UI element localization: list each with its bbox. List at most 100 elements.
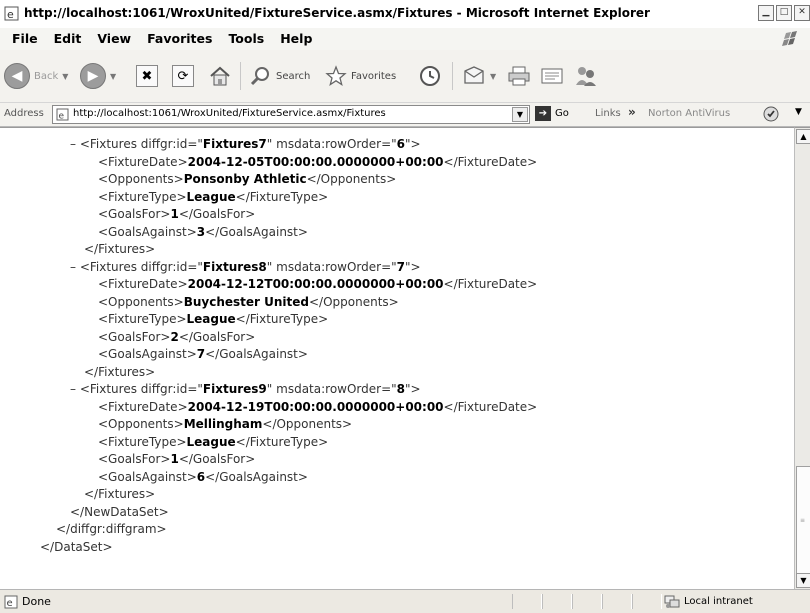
mail-button[interactable]: ▼ xyxy=(462,58,496,94)
stop-icon: ✖ xyxy=(136,65,158,87)
page-icon: e xyxy=(56,108,69,121)
links-chevron[interactable]: » xyxy=(628,105,636,119)
history-button[interactable] xyxy=(418,58,442,94)
vertical-scrollbar[interactable]: ▲ ≡ ▼ xyxy=(794,127,810,590)
collapse-toggle[interactable]: – xyxy=(70,137,76,151)
fixture-type-value: League xyxy=(186,189,236,204)
chevron-down-icon: ▼ xyxy=(110,71,117,81)
menu-help[interactable]: Help xyxy=(272,31,320,47)
dataset-close-tag: </DataSet> xyxy=(40,539,113,554)
print-button[interactable] xyxy=(507,58,531,94)
maximize-button[interactable]: □ xyxy=(776,5,792,21)
minimize-button[interactable]: ▁ xyxy=(758,5,774,21)
svg-text:e: e xyxy=(7,8,14,21)
goals-for-line: <GoalsFor>2</GoalsFor> xyxy=(98,329,256,344)
browser-window: e http://localhost:1061/WroxUnited/Fixtu… xyxy=(0,0,810,613)
status-panel xyxy=(632,594,662,609)
diffgram-close-tag: </diffgr:diffgram> xyxy=(56,522,167,536)
fixture-type-line: <FixtureType>League</FixtureType> xyxy=(98,189,329,204)
fixture-type-line: <FixtureType>League</FixtureType> xyxy=(98,434,329,449)
fixture-id: Fixtures8 xyxy=(202,259,267,274)
standard-toolbar: ◀ Back ▼ ▶ ▼ ✖ ⟳ Search Favorites ▼ xyxy=(0,50,810,103)
forward-arrow-icon: ▶ xyxy=(80,63,106,89)
menu-bar: File Edit View Favorites Tools Help xyxy=(0,28,810,51)
go-label: Go xyxy=(555,108,569,119)
goals-against-line: <GoalsAgainst>6</GoalsAgainst> xyxy=(98,469,308,484)
fixture-date: 2004-12-05T00:00:00.0000000+00:00 xyxy=(187,154,444,169)
menu-file[interactable]: File xyxy=(4,31,46,47)
scroll-down-button[interactable]: ▼ xyxy=(796,573,810,588)
fixture-close-tag: </Fixtures> xyxy=(84,487,156,501)
status-panel xyxy=(572,594,602,609)
chevron-down-icon: ▼ xyxy=(62,71,69,81)
messenger-button[interactable] xyxy=(574,58,598,94)
fixture-open-tag: – <Fixtures diffgr:id="Fixtures8" msdata… xyxy=(70,259,421,274)
status-bar: e Done Local intranet xyxy=(0,589,810,613)
fixture-type-line: <FixtureType>League</FixtureType> xyxy=(98,312,329,326)
stop-button[interactable]: ✖ xyxy=(136,58,158,94)
fixture-date: 2004-12-19T00:00:00.0000000+00:00 xyxy=(187,399,444,414)
goals-for-value: 1 xyxy=(170,207,179,221)
menu-tools[interactable]: Tools xyxy=(220,31,272,47)
refresh-button[interactable]: ⟳ xyxy=(172,58,194,94)
goals-against-value: 3 xyxy=(196,224,206,239)
status-text: Done xyxy=(22,595,51,608)
title-bar: e http://localhost:1061/WroxUnited/Fixtu… xyxy=(0,0,810,29)
chevron-down-icon: ▼ xyxy=(490,71,497,81)
fixture-id: Fixtures7 xyxy=(202,137,267,151)
toolbar-separator xyxy=(240,62,241,90)
address-input[interactable]: e http://localhost:1061/WroxUnited/Fixtu… xyxy=(52,105,530,124)
status-panel xyxy=(512,594,542,609)
search-button[interactable]: Search xyxy=(250,58,310,94)
mail-icon xyxy=(464,66,484,84)
go-button[interactable]: ➔ Go xyxy=(535,106,569,121)
fixture-row-order: 6 xyxy=(396,137,406,151)
norton-antivirus-label[interactable]: Norton AntiVirus xyxy=(648,108,730,119)
goals-against-line: <GoalsAgainst>3</GoalsAgainst> xyxy=(98,224,308,239)
goals-for-line: <GoalsFor>1</GoalsFor> xyxy=(98,452,256,466)
edit-page-icon xyxy=(541,68,563,84)
home-button[interactable] xyxy=(208,58,232,94)
goals-for-line: <GoalsFor>1</GoalsFor> xyxy=(98,207,256,221)
svg-text:e: e xyxy=(59,112,65,122)
menu-view[interactable]: View xyxy=(89,31,139,47)
address-label: Address xyxy=(4,108,44,119)
fixture-row-order: 8 xyxy=(396,382,406,396)
goals-against-value: 6 xyxy=(196,469,206,484)
norton-shield-icon[interactable] xyxy=(763,106,779,122)
favorites-button[interactable]: Favorites xyxy=(325,58,396,94)
scroll-thumb[interactable]: ≡ xyxy=(796,466,810,578)
scroll-up-button[interactable]: ▲ xyxy=(796,129,810,144)
home-icon xyxy=(210,66,230,86)
back-button[interactable]: ◀ Back ▼ xyxy=(4,58,68,94)
fixture-date-line: <FixtureDate>2004-12-19T00:00:00.0000000… xyxy=(98,399,538,414)
forward-button[interactable]: ▶ ▼ xyxy=(80,58,116,94)
menu-edit[interactable]: Edit xyxy=(46,31,90,47)
fixture-date-line: <FixtureDate>2004-12-05T00:00:00.0000000… xyxy=(98,154,538,169)
opponents-value: Mellingham xyxy=(183,417,263,431)
chevron-down-icon[interactable]: ▼ xyxy=(795,107,802,117)
fixture-type-value: League xyxy=(186,312,236,326)
menu-favorites[interactable]: Favorites xyxy=(139,31,220,47)
status-panel xyxy=(542,594,572,609)
ie-page-icon: e xyxy=(4,6,19,21)
local-intranet-icon xyxy=(664,595,680,608)
windows-flag-icon xyxy=(782,31,797,46)
goals-against-value: 7 xyxy=(196,347,206,361)
edit-button[interactable] xyxy=(540,58,564,94)
goals-for-value: 2 xyxy=(170,329,179,344)
refresh-icon: ⟳ xyxy=(172,65,194,87)
back-label: Back xyxy=(34,70,59,82)
security-zone-label: Local intranet xyxy=(684,596,753,607)
search-icon xyxy=(250,67,269,86)
toolbar-separator xyxy=(452,62,453,90)
svg-text:e: e xyxy=(7,598,13,609)
collapse-toggle[interactable]: – xyxy=(70,382,76,396)
collapse-toggle[interactable]: – xyxy=(70,260,76,274)
page-done-icon: e xyxy=(4,595,18,609)
close-button[interactable]: ✕ xyxy=(794,5,810,21)
address-dropdown-button[interactable]: ▼ xyxy=(512,107,528,122)
go-arrow-icon: ➔ xyxy=(535,106,551,121)
printer-icon xyxy=(508,66,530,86)
links-label[interactable]: Links xyxy=(595,108,621,119)
